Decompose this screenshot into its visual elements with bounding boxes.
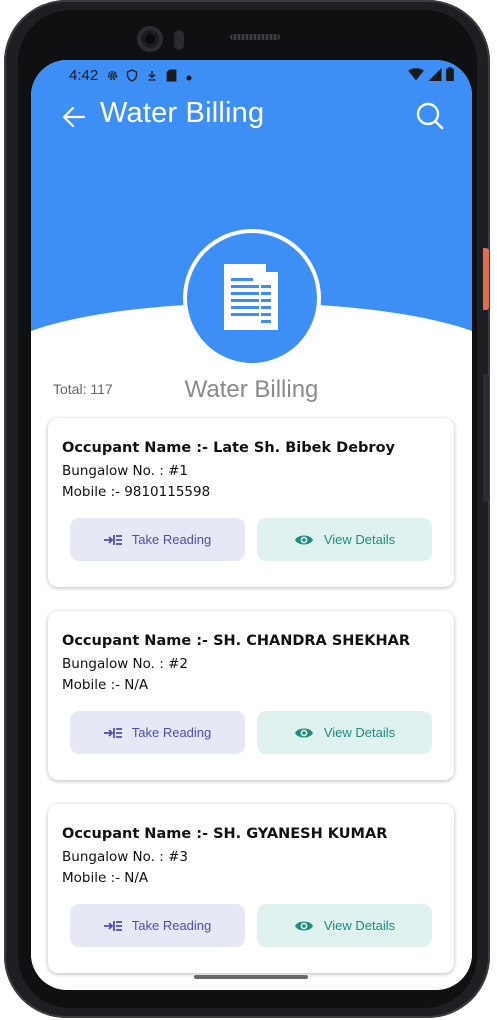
search-icon xyxy=(416,102,444,130)
mobile-number: Mobile :- N/A xyxy=(62,870,149,886)
occupant-name: Occupant Name :- Late Sh. Bibek Debroy xyxy=(62,440,395,456)
power-button xyxy=(483,248,489,310)
bungalow-number: Bungalow No. : #2 xyxy=(62,656,189,672)
occupant-card: Occupant Name :- SH. GYANESH KUMAR Bunga… xyxy=(48,804,454,973)
back-button[interactable] xyxy=(59,102,89,132)
bungalow-number: Bungalow No. : #3 xyxy=(62,849,189,865)
arrow-left-icon xyxy=(62,106,86,128)
sensor xyxy=(174,30,184,50)
page-title: Water Billing xyxy=(100,97,265,129)
status-indicators xyxy=(408,66,454,85)
eye-icon xyxy=(294,919,314,933)
mobile-number: Mobile :- N/A xyxy=(62,677,149,693)
search-button[interactable] xyxy=(414,100,446,132)
view-details-button[interactable]: View Details xyxy=(257,904,432,947)
sd-card-icon xyxy=(166,69,178,82)
occupant-card: Occupant Name :- Late Sh. Bibek Debroy B… xyxy=(48,418,454,587)
section-title: Water Billing xyxy=(184,376,319,403)
input-arrow-icon xyxy=(103,920,122,932)
shield-icon xyxy=(126,69,138,82)
view-details-button[interactable]: View Details xyxy=(257,711,432,754)
battery-icon xyxy=(446,66,454,85)
input-arrow-icon xyxy=(103,727,122,739)
take-reading-label: Take Reading xyxy=(131,918,212,933)
billing-logo xyxy=(187,233,317,363)
view-details-label: View Details xyxy=(323,725,396,740)
status-time: 4:42 xyxy=(69,66,99,84)
view-details-button[interactable]: View Details xyxy=(257,518,432,561)
occupant-card: Occupant Name :- SH. CHANDRA SHEKHAR Bun… xyxy=(48,611,454,780)
bungalow-number: Bungalow No. : #1 xyxy=(62,463,189,479)
earpiece-speaker xyxy=(230,34,280,40)
mobile-number: Mobile :- 9810115598 xyxy=(62,484,211,500)
view-details-label: View Details xyxy=(323,532,396,547)
app-bar: Water Billing xyxy=(31,88,472,144)
occupant-name: Occupant Name :- SH. GYANESH KUMAR xyxy=(62,826,388,842)
home-indicator[interactable] xyxy=(194,975,308,979)
status-bar: 4:42 xyxy=(69,65,206,85)
input-arrow-icon xyxy=(103,534,122,546)
download-icon xyxy=(146,69,158,81)
front-camera xyxy=(137,26,163,52)
occupant-name: Occupant Name :- SH. CHANDRA SHEKHAR xyxy=(62,633,411,649)
app-screen: 4:42 Water Billing Total: 117 Water Bill… xyxy=(31,60,472,990)
view-details-label: View Details xyxy=(323,918,396,933)
signal-icon xyxy=(428,66,442,85)
take-reading-button[interactable]: Take Reading xyxy=(70,711,245,754)
take-reading-button[interactable]: Take Reading xyxy=(70,904,245,947)
eye-icon xyxy=(294,533,314,547)
settings-icon xyxy=(106,69,118,81)
take-reading-label: Take Reading xyxy=(131,532,212,547)
eye-icon xyxy=(294,726,314,740)
document-icon xyxy=(224,264,278,330)
dot-icon xyxy=(186,69,198,81)
wifi-icon xyxy=(408,66,424,85)
volume-button xyxy=(483,374,489,502)
take-reading-label: Take Reading xyxy=(131,725,212,740)
take-reading-button[interactable]: Take Reading xyxy=(70,518,245,561)
